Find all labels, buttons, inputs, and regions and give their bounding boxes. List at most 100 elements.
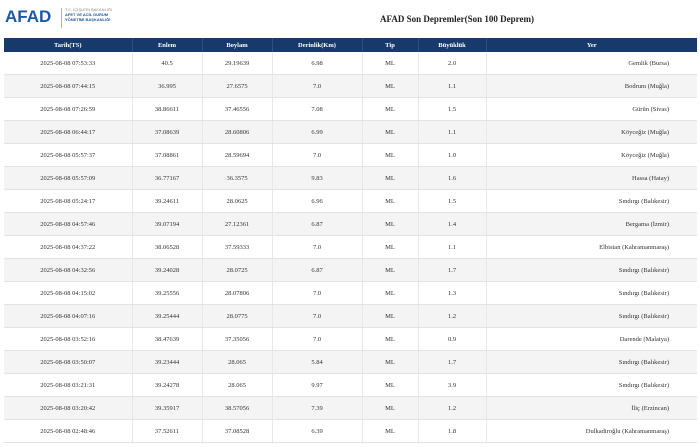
table-row[interactable]: 2025-08-08 05:57:09 36.77167 36.3575 9.83 ML… — [4, 166, 697, 190]
type-cell: ML — [362, 143, 419, 167]
magnitude-cell: 1.1 — [418, 74, 487, 98]
table-row[interactable]: 2025-08-08 04:37:22 38.06528 37.59333 7.0 ML… — [4, 235, 697, 259]
magnitude-cell: 1.3 — [418, 281, 487, 305]
longitude-cell: 37.35056 — [202, 327, 273, 351]
table-row[interactable]: 2025-08-08 03:20:42 39.35917 38.57056 7.39 M… — [4, 396, 697, 420]
column-header-latitude[interactable]: Enlem — [132, 38, 203, 52]
location-cell: Gürün (Sivas) — [486, 97, 697, 121]
table-row[interactable]: 2025-08-08 07:44:15 36.995 27.6575 7.0 ML 1.1… — [4, 74, 697, 98]
latitude-cell: 36.995 — [132, 74, 203, 98]
date-cell: 2025-08-08 05:57:37 — [4, 143, 133, 167]
longitude-cell: 37.46556 — [202, 97, 273, 121]
date-cell: 2025-08-08 06:44:17 — [4, 120, 133, 144]
page-header: AFAD T.C. İÇİŞLERİ BAKANLIĞI AFET VE ACİ… — [0, 0, 700, 38]
magnitude-cell: 1.1 — [418, 235, 487, 259]
depth-cell: 7.0 — [272, 327, 363, 351]
longitude-cell: 27.12361 — [202, 212, 273, 236]
column-header-longitude[interactable]: Boylam — [202, 38, 273, 52]
location-cell: Hassa (Hatay) — [486, 166, 697, 190]
depth-cell: 9.83 — [272, 166, 363, 190]
latitude-cell: 39.07194 — [132, 212, 203, 236]
depth-cell: 5.84 — [272, 350, 363, 374]
location-cell: Sındırgı (Balıkesir) — [486, 304, 697, 328]
type-cell: ML — [362, 258, 419, 282]
longitude-cell: 28.60806 — [202, 120, 273, 144]
location-cell: Sındırgı (Balıkesir) — [486, 281, 697, 305]
table-row[interactable]: 2025-08-08 03:21:31 39.24278 28.065 9.97 ML 3… — [4, 373, 697, 397]
location-cell: Sındırgı (Balıkesir) — [486, 350, 697, 374]
table-row[interactable]: 2025-08-08 03:50:07 39.23444 28.065 5.84 ML 1… — [4, 350, 697, 374]
table-header-row: Tarih(TS) Enlem Boylam Derinlik(Km) Tip … — [4, 38, 697, 52]
latitude-cell: 39.25444 — [132, 304, 203, 328]
longitude-cell: 28.0775 — [202, 304, 273, 328]
magnitude-cell: 1.5 — [418, 97, 487, 121]
longitude-cell: 37.59333 — [202, 235, 273, 259]
logo-wordmark: AFAD — [5, 7, 52, 26]
date-cell: 2025-08-08 03:21:31 — [4, 373, 133, 397]
depth-cell: 7.0 — [272, 304, 363, 328]
depth-cell: 7.0 — [272, 281, 363, 305]
location-cell: Köyceğiz (Muğla) — [486, 143, 697, 167]
location-cell: Sındırgı (Balıkesir) — [486, 373, 697, 397]
date-cell: 2025-08-08 07:53:33 — [4, 52, 133, 75]
type-cell: ML — [362, 281, 419, 305]
latitude-cell: 39.24028 — [132, 258, 203, 282]
table-row[interactable]: 2025-08-08 03:52:16 38.47639 37.35056 7.0 ML… — [4, 327, 697, 351]
depth-cell: 7.39 — [272, 396, 363, 420]
depth-cell: 6.87 — [272, 258, 363, 282]
table-row[interactable]: 2025-08-08 04:07:16 39.25444 28.0775 7.0 ML 1… — [4, 304, 697, 328]
depth-cell: 7.08 — [272, 97, 363, 121]
latitude-cell: 36.77167 — [132, 166, 203, 190]
logo-subtitle: T.C. İÇİŞLERİ BAKANLIĞI AFET VE ACİL DUR… — [65, 7, 125, 22]
table-row[interactable]: 2025-08-08 07:26:59 38.86611 37.46556 7.08 M… — [4, 97, 697, 121]
table-row[interactable]: 2025-08-08 04:15:02 39.25556 28.07806 7.0 ML… — [4, 281, 697, 305]
magnitude-cell: 1.4 — [418, 212, 487, 236]
type-cell: ML — [362, 97, 419, 121]
depth-cell: 7.0 — [272, 74, 363, 98]
type-cell: ML — [362, 120, 419, 144]
date-cell: 2025-08-08 03:50:07 — [4, 350, 133, 374]
table-row[interactable]: 2025-08-08 07:53:33 40.5 29.19639 6.98 ML 2.0… — [4, 52, 697, 75]
depth-cell: 7.0 — [272, 143, 363, 167]
type-cell: ML — [362, 74, 419, 98]
magnitude-cell: 1.8 — [418, 419, 487, 443]
type-cell: ML — [362, 327, 419, 351]
column-header-magnitude[interactable]: Büyüklük — [418, 38, 487, 52]
afad-logo[interactable]: AFAD T.C. İÇİŞLERİ BAKANLIĞI AFET VE ACİ… — [5, 6, 115, 32]
column-header-location[interactable]: Yer — [486, 38, 697, 52]
depth-cell: 6.87 — [272, 212, 363, 236]
magnitude-cell: 1.6 — [418, 166, 487, 190]
table-row[interactable]: 2025-08-08 05:24:17 39.24611 28.0625 6.96 ML… — [4, 189, 697, 213]
depth-cell: 6.39 — [272, 419, 363, 443]
latitude-cell: 39.25556 — [132, 281, 203, 305]
latitude-cell: 39.24278 — [132, 373, 203, 397]
earthquake-table: Tarih(TS) Enlem Boylam Derinlik(Km) Tip … — [4, 38, 697, 443]
column-header-depth[interactable]: Derinlik(Km) — [272, 38, 363, 52]
type-cell: ML — [362, 304, 419, 328]
table-row[interactable]: 2025-08-08 02:48:46 37.52611 37.08528 6.39 M… — [4, 419, 697, 443]
date-cell: 2025-08-08 05:24:17 — [4, 189, 133, 213]
magnitude-cell: 0.9 — [418, 327, 487, 351]
date-cell: 2025-08-08 04:37:22 — [4, 235, 133, 259]
date-cell: 2025-08-08 03:20:42 — [4, 396, 133, 420]
longitude-cell: 28.065 — [202, 373, 273, 397]
latitude-cell: 37.08861 — [132, 143, 203, 167]
location-cell: İliç (Erzincan) — [486, 396, 697, 420]
column-header-date[interactable]: Tarih(TS) — [4, 38, 133, 52]
table-row[interactable]: 2025-08-08 04:32:56 39.24028 28.0725 6.87 ML… — [4, 258, 697, 282]
logo-sub-line2: YÖNETİMİ BAŞKANLIĞI — [65, 17, 111, 22]
date-cell: 2025-08-08 04:15:02 — [4, 281, 133, 305]
column-header-type[interactable]: Tip — [362, 38, 419, 52]
date-cell: 2025-08-08 07:44:15 — [4, 74, 133, 98]
depth-cell: 6.96 — [272, 189, 363, 213]
date-cell: 2025-08-08 05:57:09 — [4, 166, 133, 190]
type-cell: ML — [362, 212, 419, 236]
page-title: AFAD Son Depremler(Son 100 Deprem) — [380, 14, 534, 24]
location-cell: Sındırgı (Balıkesir) — [486, 258, 697, 282]
location-cell: Sındırgı (Balıkesir) — [486, 189, 697, 213]
table-row[interactable]: 2025-08-08 05:57:37 37.08861 28.59694 7.0 ML… — [4, 143, 697, 167]
latitude-cell: 39.23444 — [132, 350, 203, 374]
magnitude-cell: 1.7 — [418, 350, 487, 374]
table-row[interactable]: 2025-08-08 06:44:17 37.08639 28.60806 6.99 M… — [4, 120, 697, 144]
table-row[interactable]: 2025-08-08 04:57:46 39.07194 27.12361 6.87 M… — [4, 212, 697, 236]
